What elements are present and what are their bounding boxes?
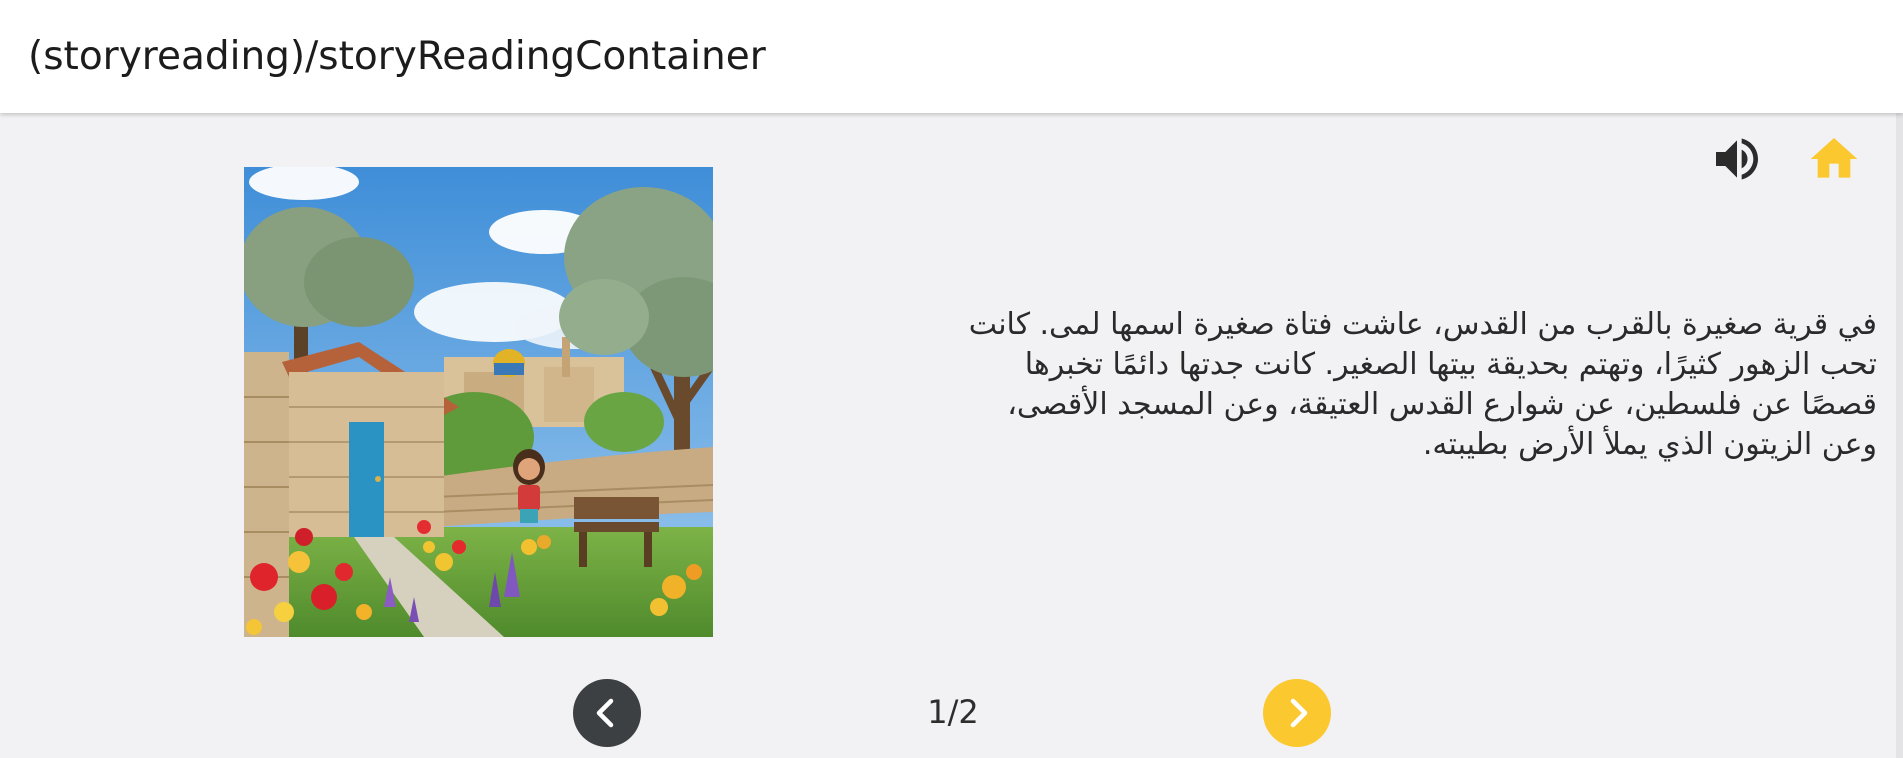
home-icon — [1810, 138, 1858, 178]
volume-up-icon — [1716, 138, 1758, 180]
previous-page-button[interactable] — [573, 679, 641, 747]
home-button[interactable] — [1806, 131, 1862, 187]
app-header: (storyreading)/storyReadingContainer — [0, 0, 1903, 113]
sound-button[interactable] — [1709, 131, 1765, 187]
chevron-right-icon — [1290, 698, 1308, 728]
next-page-button[interactable] — [1263, 679, 1331, 747]
story-text: في قرية صغيرة بالقرب من القدس، عاشت فتاة… — [968, 307, 1877, 462]
scrollbar-track[interactable] — [1896, 0, 1903, 758]
story-illustration — [244, 167, 713, 637]
page-title: (storyreading)/storyReadingContainer — [28, 34, 766, 79]
story-illustration-svg — [244, 167, 713, 637]
chevron-left-icon — [596, 698, 614, 728]
page-indicator: 1/2 — [927, 693, 979, 731]
